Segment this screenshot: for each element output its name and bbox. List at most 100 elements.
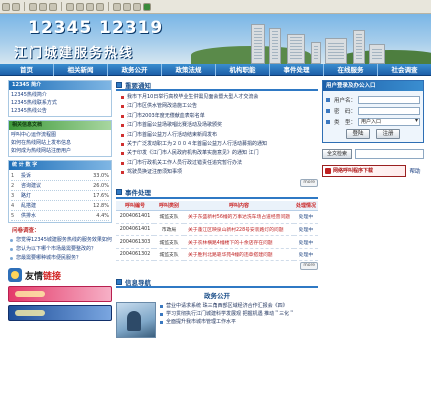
search-icon[interactable] <box>66 2 74 11</box>
table-header-row: 呼叫编号 呼叫类别 呼叫内容 处理情况 <box>116 200 318 212</box>
survey-question[interactable]: 您认为以下哪个市场最需要整改的？ <box>8 245 112 254</box>
call-content[interactable]: 关于东盛新村56幢的万事达洗车场占道经营问题 <box>184 210 294 224</box>
media-icon[interactable] <box>86 2 94 11</box>
user-type-select[interactable]: 用户入口 <box>358 117 420 126</box>
table-row: 2004061303 城监支队 关于农林横路4幢楼下的十余店存在问题 处理中 <box>116 235 318 249</box>
download-client-link[interactable]: 网络呼叫程序下载 <box>322 165 406 177</box>
main-content: 重要通知 我市下月10日举行高校毕业生供需见面会暨大型人才交流会 江门市区供水管… <box>116 80 318 413</box>
events-more-button[interactable]: more <box>300 262 318 271</box>
home-icon[interactable] <box>49 2 57 11</box>
notices-more-button[interactable]: more <box>300 178 318 187</box>
nav-policies[interactable]: 政策法规 <box>162 63 216 76</box>
site-banner: 12345 12319 江门城建服务热线 <box>0 14 431 64</box>
edit-icon[interactable] <box>133 2 141 11</box>
nav-survey[interactable]: 社会调查 <box>378 64 431 76</box>
intro-link[interactable]: 12345热线简介 <box>11 91 109 99</box>
guide-title: 信息导航 <box>125 278 151 287</box>
docs-box: 相关信息文档 呼叫中心运作流程图 如何在热线网站上发布信息 如何成为热线网站注册… <box>8 120 112 157</box>
nav-gov-affairs[interactable]: 政务公开 <box>108 63 162 76</box>
call-id: 2004061303 <box>116 235 154 249</box>
hotline-numbers: 12345 12319 <box>28 18 164 38</box>
register-button[interactable]: 注册 <box>376 129 400 139</box>
login-buttons: 登陆 注册 <box>326 129 420 139</box>
search-input[interactable] <box>355 149 424 159</box>
notice-item[interactable]: 江门市2003年度无偿献血表彰名单 <box>120 112 318 121</box>
notice-item[interactable]: 江门市首届公益场歌唱比赛活动及场歌颁奖 <box>120 121 318 130</box>
city-skyline-image <box>191 14 431 64</box>
notice-item[interactable]: 关于广泛发动职工为２００４年首届公益万人行活动募捐的通知 <box>120 140 318 149</box>
site-title: 江门城建服务热线 <box>14 46 135 61</box>
stat-rank: 1 <box>11 173 15 179</box>
go-icon[interactable] <box>143 2 151 11</box>
refresh-icon[interactable] <box>39 2 47 11</box>
username-input[interactable] <box>358 95 420 104</box>
column-header: 呼叫类别 <box>154 200 184 212</box>
history-icon[interactable] <box>96 2 104 11</box>
bullet-icon <box>326 97 330 102</box>
guide-item[interactable]: 学习贯彻执行江门城建科学发展观 把握机遇 推动＂三化＂ <box>160 310 318 318</box>
intro-link[interactable]: 12345热线公告 <box>11 107 109 115</box>
guide-item[interactable]: 营业中请求系统 珠三角西部区域经济合作汇报会《四》 <box>160 302 318 310</box>
call-type: 城监支队 <box>154 210 184 224</box>
password-input[interactable] <box>358 106 420 115</box>
intro-link[interactable]: 12345热线联系方式 <box>11 99 109 107</box>
doc-link[interactable]: 如何在热线网站上发布信息 <box>11 139 109 147</box>
call-status: 处理中 <box>294 210 318 224</box>
nav-news[interactable]: 相关新闻 <box>54 63 108 76</box>
mail-icon[interactable] <box>113 2 121 11</box>
call-content[interactable]: 关于胜利北路靠华苑4幢的违章搭建问题 <box>184 248 294 262</box>
survey-question[interactable]: 您觉得12345城建服务热线的服务效果如何？ <box>8 236 112 245</box>
nav-events[interactable]: 事件处理 <box>270 63 324 76</box>
table-row: 2004061302 城监支队 关于胜利北路靠华苑4幢的违章搭建问题 处理中 <box>116 248 318 262</box>
guide-subtitle[interactable]: 政务公开 <box>116 291 318 301</box>
guide-photo <box>116 302 156 339</box>
notice-item[interactable]: 江门市首届公益万人行活动结束新闻发布 <box>120 131 318 140</box>
doc-link[interactable]: 如何成为热线网站注册用户 <box>11 147 109 155</box>
login-panel: 用户登录及办公入口 用户名： 密 码： 类 型： 用户入口 登陆 注册 <box>322 80 424 143</box>
notices-header: 重要通知 <box>116 80 318 91</box>
notice-item[interactable]: 江门市区供水管网改造施工公告 <box>120 102 318 111</box>
favorites-icon[interactable] <box>76 2 84 11</box>
type-label: 类 型： <box>334 119 357 126</box>
stats-box: 统 计 数 字 1 投诉 33.0% 2 咨询建议 26.0% 3 路灯 17.… <box>8 160 112 223</box>
call-status: 处理中 <box>294 248 318 262</box>
help-link[interactable]: 帮助 <box>406 167 424 175</box>
stat-percent: 12.8% <box>93 203 109 209</box>
notice-item[interactable]: 关于印发《江门市人民政府机构改革实施意见》的通知 江门 <box>120 149 318 158</box>
login-heading: 用户登录及办公入口 <box>323 81 423 91</box>
friend-link-banner[interactable] <box>8 305 112 321</box>
section-bullet-icon <box>116 189 122 196</box>
login-button[interactable]: 登陆 <box>346 129 370 139</box>
call-content[interactable]: 关于农林横路4幢楼下的十余店存在问题 <box>184 235 294 249</box>
stat-percent: 17.6% <box>93 193 109 199</box>
doc-link[interactable]: 呼叫中心运作流程图 <box>11 131 109 139</box>
toolbar-divider <box>24 2 25 11</box>
download-row: 网络呼叫程序下载 帮助 <box>322 165 424 177</box>
notice-item[interactable]: 我市下月10日举行高校毕业生供需见面会暨大型人才交流会 <box>120 93 318 102</box>
friend-link-banner[interactable] <box>8 286 112 302</box>
back-icon[interactable] <box>2 2 10 11</box>
notice-item[interactable]: 驾驶员换证注册须知事项 <box>120 168 318 177</box>
nav-organization[interactable]: 机构职能 <box>216 63 270 76</box>
docs-heading: 相关信息文档 <box>9 121 111 130</box>
stat-label: 投诉 <box>21 173 32 179</box>
stop-icon[interactable] <box>29 2 37 11</box>
stat-label: 咨询建议 <box>21 183 42 189</box>
notices-list: 我市下月10日举行高校毕业生供需见面会暨大型人才交流会 江门市区供水管网改造施工… <box>116 91 318 188</box>
full-text-search-button[interactable]: 全文检索 <box>322 149 352 159</box>
column-header: 呼叫内容 <box>184 200 294 212</box>
stat-percent: 4.4% <box>96 213 109 219</box>
stat-label: 路灯 <box>21 193 32 199</box>
nav-online-service[interactable]: 在线服务 <box>324 63 378 76</box>
survey-question[interactable]: 您最需要哪种城市便民服务？ <box>8 254 112 263</box>
notice-item[interactable]: 江门市行政机关工作人员行政过错责任追究暂行办法 <box>120 159 318 168</box>
call-content[interactable]: 关于蓬江区映泉山新村228号安装路灯的问题 <box>184 223 294 237</box>
forward-icon[interactable] <box>12 2 20 11</box>
events-title: 事件处理 <box>125 189 151 198</box>
guide-item[interactable]: 全面提升我市城市管理工作水平 <box>160 318 318 326</box>
print-icon[interactable] <box>123 2 131 11</box>
guide-content: 营业中请求系统 珠三角西部区域经济合作汇报会《四》 学习贯彻执行江门城建科学发展… <box>116 302 318 339</box>
stats-heading: 统 计 数 字 <box>9 161 111 170</box>
call-status: 处理中 <box>294 235 318 249</box>
nav-home[interactable]: 首页 <box>0 63 54 76</box>
